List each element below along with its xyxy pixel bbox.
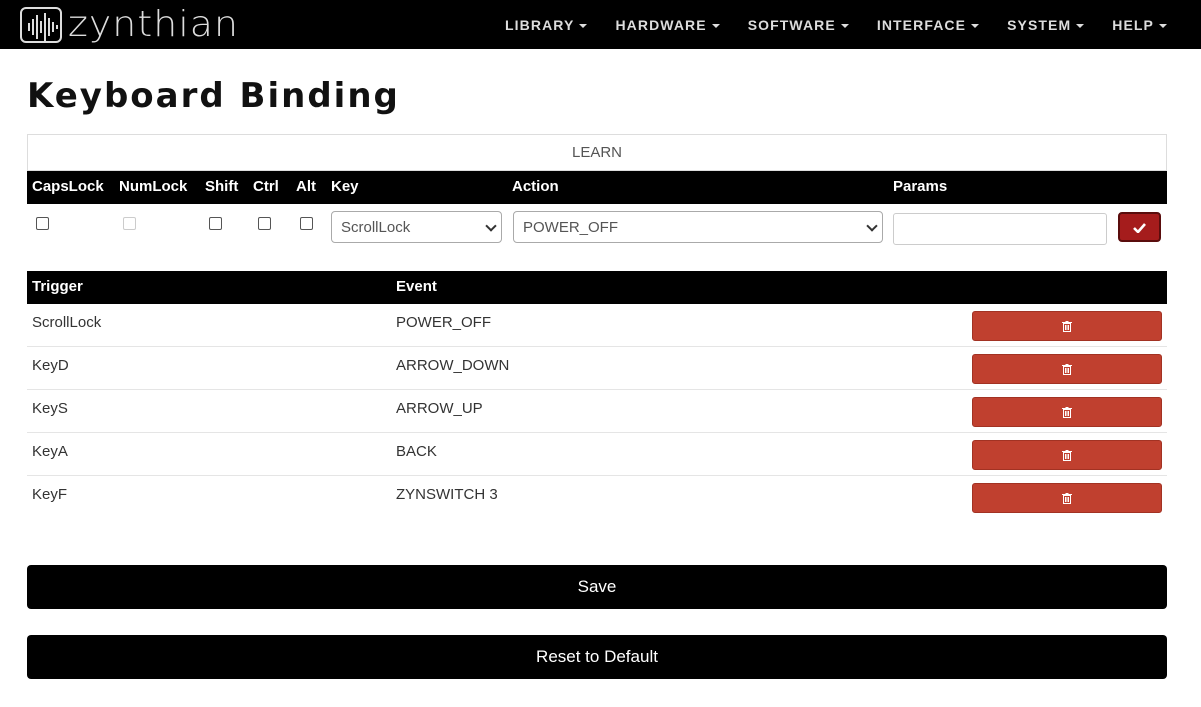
table-row: KeyA BACK <box>27 433 1167 476</box>
header-ctrl: Ctrl <box>253 178 279 195</box>
brand-name: zynthian <box>68 4 239 45</box>
trigger-cell: KeyA <box>32 443 68 460</box>
nav-library[interactable]: LIBRARY <box>505 16 588 33</box>
nav-interface-label: INTERFACE <box>876 16 967 33</box>
trash-icon <box>1062 449 1072 461</box>
trigger-cell: KeyS <box>32 400 68 417</box>
action-select-value: POWER_OFF <box>523 218 619 236</box>
trigger-cell: KeyF <box>32 486 68 503</box>
ctrl-checkbox[interactable] <box>258 217 271 230</box>
action-select[interactable]: POWER_OFF <box>513 211 883 243</box>
delete-button[interactable] <box>972 397 1162 427</box>
events-header: Trigger Event <box>27 271 1167 304</box>
nav-library-label: LIBRARY <box>505 16 575 33</box>
trash-icon <box>1062 492 1072 504</box>
trash-icon <box>1062 363 1072 375</box>
numlock-checkbox <box>123 217 136 230</box>
binding-header: CapsLock NumLock Shift Ctrl Alt Key Acti… <box>27 171 1167 204</box>
nav-system[interactable]: SYSTEM <box>1007 16 1085 33</box>
waveform-icon <box>20 7 62 43</box>
page-title: Keyboard Binding <box>27 76 400 116</box>
alt-checkbox[interactable] <box>300 217 313 230</box>
add-binding-button[interactable] <box>1118 212 1161 242</box>
shift-checkbox[interactable] <box>209 217 222 230</box>
caret-down-icon <box>840 23 849 28</box>
header-action: Action <box>512 178 559 195</box>
delete-button[interactable] <box>972 483 1162 513</box>
navbar: zynthian LIBRARY HARDWARE SOFTWARE INTER… <box>0 0 1201 49</box>
table-row: ScrollLock POWER_OFF <box>27 304 1167 347</box>
header-capslock: CapsLock <box>32 178 104 195</box>
delete-button[interactable] <box>972 311 1162 341</box>
event-cell: ZYNSWITCH 3 <box>396 486 498 503</box>
delete-button[interactable] <box>972 440 1162 470</box>
check-icon <box>1133 222 1146 233</box>
event-cell: POWER_OFF <box>396 314 492 331</box>
header-numlock: NumLock <box>119 178 188 195</box>
params-input[interactable] <box>893 213 1107 245</box>
caret-down-icon <box>579 23 588 28</box>
table-row: KeyS ARROW_UP <box>27 390 1167 433</box>
key-select-value: ScrollLock <box>341 218 411 236</box>
caret-down-icon <box>1076 23 1085 28</box>
trash-icon <box>1062 320 1072 332</box>
capslock-checkbox[interactable] <box>36 217 49 230</box>
reset-default-button[interactable]: Reset to Default <box>27 635 1167 679</box>
trigger-cell: KeyD <box>32 357 69 374</box>
header-key: Key <box>331 178 359 195</box>
nav-software[interactable]: SOFTWARE <box>748 17 849 33</box>
caret-down-icon <box>971 23 980 28</box>
caret-down-icon <box>1159 23 1167 28</box>
header-trigger: Trigger <box>32 278 83 295</box>
trigger-cell: ScrollLock <box>32 314 102 331</box>
key-select[interactable]: ScrollLock <box>331 211 502 243</box>
event-cell: ARROW_DOWN <box>396 357 510 374</box>
trash-icon <box>1062 406 1072 418</box>
save-button[interactable]: Save <box>27 565 1167 609</box>
header-params: Params <box>893 178 948 195</box>
header-shift: Shift <box>205 178 239 195</box>
nav-interface[interactable]: INTERFACE <box>876 16 980 33</box>
caret-down-icon <box>711 23 720 28</box>
table-row: KeyD ARROW_DOWN <box>27 347 1167 390</box>
learn-button[interactable]: LEARN <box>27 134 1167 171</box>
brand-logo[interactable]: zynthian <box>20 6 238 44</box>
table-row: KeyF ZYNSWITCH 3 <box>27 476 1167 519</box>
delete-button[interactable] <box>972 354 1162 384</box>
chevron-down-icon <box>485 220 497 232</box>
event-cell: BACK <box>396 443 437 460</box>
header-alt: Alt <box>296 178 316 195</box>
nav-menu: LIBRARY HARDWARE SOFTWARE INTERFACE SYST… <box>477 0 1167 49</box>
nav-hardware[interactable]: HARDWARE <box>615 16 720 33</box>
nav-help[interactable]: HELP <box>1112 17 1167 33</box>
header-event: Event <box>396 278 437 295</box>
nav-software-label: SOFTWARE <box>747 16 836 33</box>
event-cell: ARROW_UP <box>396 400 483 417</box>
nav-hardware-label: HARDWARE <box>615 16 707 33</box>
nav-system-label: SYSTEM <box>1007 16 1072 33</box>
nav-help-label: HELP <box>1112 16 1154 33</box>
chevron-down-icon <box>866 220 878 232</box>
binding-form-row: ScrollLock POWER_OFF <box>27 204 1167 254</box>
